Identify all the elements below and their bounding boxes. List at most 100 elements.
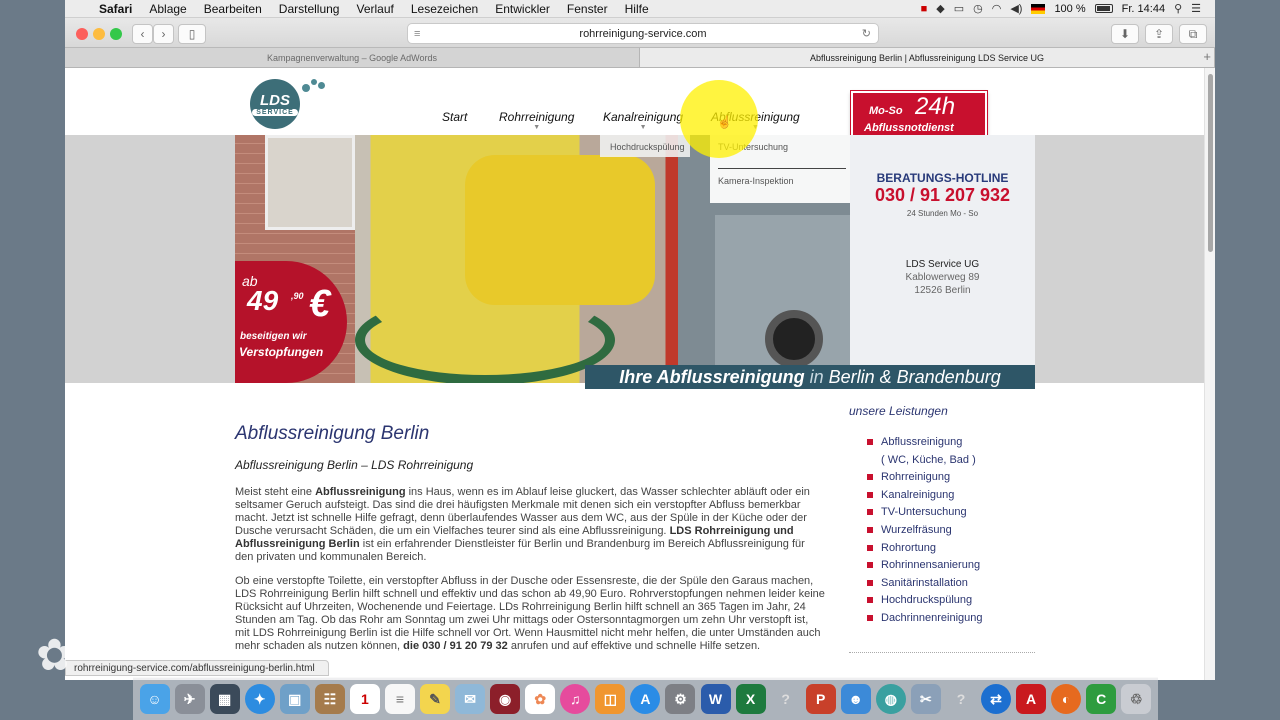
service-link[interactable]: Rohrinnensanierung bbox=[867, 559, 983, 577]
photo-booth-icon[interactable]: ◉ bbox=[490, 684, 521, 714]
reminders-icon[interactable]: ≡ bbox=[384, 684, 415, 714]
battery-icon[interactable] bbox=[1094, 4, 1113, 13]
content-paragraph-2: Ob eine verstopfte Toilette, ein verstop… bbox=[235, 575, 825, 653]
tabs-overview-button[interactable]: ⧉ bbox=[1179, 24, 1207, 44]
airplay-icon[interactable]: ▭ bbox=[954, 2, 964, 15]
service-link[interactable]: Kanalreinigung bbox=[867, 489, 983, 507]
download-icon: ⬇ bbox=[1119, 27, 1131, 41]
sidebar-toggle-button[interactable]: ▯ bbox=[178, 24, 206, 44]
ibooks-icon[interactable]: ◫ bbox=[595, 684, 626, 714]
service-link[interactable]: Wurzelfräsung bbox=[867, 524, 983, 542]
time-machine-icon[interactable]: ◷ bbox=[973, 2, 983, 15]
teamviewer-icon[interactable]: ⇄ bbox=[981, 684, 1012, 714]
share-button[interactable]: ⇪ bbox=[1145, 24, 1173, 44]
safari-icon[interactable]: ✦ bbox=[244, 684, 275, 714]
nav-start[interactable]: Start bbox=[442, 110, 467, 124]
service-link[interactable]: TV-Untersuchung bbox=[867, 506, 983, 524]
sidebar-divider bbox=[849, 652, 1035, 653]
logo-text: LDS bbox=[260, 91, 290, 109]
system-preferences-icon[interactable]: ⚙ bbox=[665, 684, 696, 714]
reload-icon[interactable]: ↻ bbox=[862, 27, 871, 40]
safari-toolbar: ‹ › ▯ ≡ rohrreinigung-service.com ↻ ⬇ ⇪ … bbox=[65, 18, 1215, 48]
downloads-button[interactable]: ⬇ bbox=[1111, 24, 1139, 44]
acrobat-icon[interactable]: A bbox=[1016, 684, 1047, 714]
menu-lesezeichen[interactable]: Lesezeichen bbox=[411, 2, 478, 16]
itunes-icon[interactable]: ♫ bbox=[560, 684, 591, 714]
contacts-icon[interactable]: ☷ bbox=[314, 684, 345, 714]
scrollbar-thumb[interactable] bbox=[1208, 74, 1213, 252]
recording-icon[interactable]: ■ bbox=[921, 3, 928, 15]
help-icon[interactable]: ? bbox=[771, 684, 801, 714]
preview-icon[interactable]: ▣ bbox=[279, 684, 310, 714]
service-link[interactable]: Rohrreinigung bbox=[867, 471, 983, 489]
dropbox-icon[interactable]: ◆ bbox=[936, 2, 944, 15]
user-icon[interactable]: ☻ bbox=[840, 684, 871, 714]
messages-icon[interactable]: ✉ bbox=[455, 684, 486, 714]
tool-icon[interactable]: ✂ bbox=[910, 684, 941, 714]
service-link[interactable]: Hochdruckspülung bbox=[867, 594, 983, 612]
camtasia-icon[interactable]: C bbox=[1086, 684, 1117, 714]
hotline-phone[interactable]: 030 / 91 207 932 bbox=[850, 185, 1035, 206]
service-link[interactable]: Rohrortung bbox=[867, 542, 983, 560]
powerpoint-icon[interactable]: P bbox=[805, 684, 836, 714]
company-city: 12526 Berlin bbox=[914, 285, 971, 296]
new-tab-icon[interactable]: + bbox=[1203, 49, 1211, 64]
calendar-icon[interactable]: 1 bbox=[349, 684, 380, 714]
dropdown-item-hochdruckspuelung[interactable]: Hochdruckspülung bbox=[610, 142, 685, 152]
hotline-hours: 24 Stunden Mo - So bbox=[906, 209, 979, 218]
price-cents: ,90 bbox=[291, 291, 304, 301]
launchpad-icon[interactable]: ✈ bbox=[174, 684, 205, 714]
spotlight-search-icon[interactable]: ⚲ bbox=[1174, 2, 1182, 15]
minimize-window-button[interactable] bbox=[93, 28, 105, 40]
excel-icon[interactable]: X bbox=[735, 684, 766, 714]
volume-icon[interactable]: ◀) bbox=[1010, 2, 1022, 15]
close-window-button[interactable] bbox=[76, 28, 88, 40]
tab-adwords[interactable]: Kampagnenverwaltung – Google AdWords bbox=[65, 48, 640, 67]
banner-text-3: Berlin & Brandenburg bbox=[828, 366, 1001, 387]
hero-wheel bbox=[765, 310, 823, 368]
menu-bearbeiten[interactable]: Bearbeiten bbox=[204, 2, 262, 16]
menu-fenster[interactable]: Fenster bbox=[567, 2, 608, 16]
hero-tank bbox=[465, 155, 655, 305]
menubar-clock[interactable]: Fr. 14:44 bbox=[1122, 3, 1165, 15]
lds-service-logo[interactable]: LDS SERVICE bbox=[250, 79, 300, 129]
address-bar[interactable]: ≡ rohrreinigung-service.com ↻ bbox=[407, 23, 879, 44]
service-link[interactable]: Abflussreinigung bbox=[867, 436, 983, 454]
nav-rohrreinigung[interactable]: Rohrreinigung ▼ bbox=[499, 110, 574, 131]
zoom-window-button[interactable] bbox=[110, 28, 122, 40]
menu-hilfe[interactable]: Hilfe bbox=[625, 2, 649, 16]
app-store-icon[interactable]: A bbox=[630, 684, 661, 714]
word-icon[interactable]: W bbox=[700, 684, 731, 714]
page-scrollbar[interactable] bbox=[1204, 68, 1215, 680]
mission-control-icon[interactable]: ▦ bbox=[209, 684, 240, 714]
dropdown-item-kamera-inspektion[interactable]: Kamera-Inspektion bbox=[718, 176, 794, 186]
network-icon[interactable]: ◍ bbox=[875, 684, 906, 714]
menu-entwickler[interactable]: Entwickler bbox=[495, 2, 550, 16]
menu-darstellung[interactable]: Darstellung bbox=[279, 2, 340, 16]
reader-icon[interactable]: ≡ bbox=[414, 28, 420, 40]
back-button[interactable]: ‹ bbox=[132, 24, 153, 44]
notification-center-icon[interactable]: ☰ bbox=[1191, 2, 1201, 15]
finder-icon[interactable]: ☺ bbox=[139, 684, 170, 714]
german-flag-icon[interactable] bbox=[1031, 3, 1046, 14]
price-line-2: Verstopfungen bbox=[239, 345, 324, 359]
notes-icon[interactable]: ✎ bbox=[420, 684, 451, 714]
menu-app-name[interactable]: Safari bbox=[99, 2, 132, 16]
menu-ablage[interactable]: Ablage bbox=[149, 2, 186, 16]
forward-button[interactable]: › bbox=[153, 24, 174, 44]
emergency-service-badge[interactable]: Mo-So 24h Abflussnotdienst bbox=[851, 91, 987, 140]
photos-icon[interactable]: ✿ bbox=[525, 684, 556, 714]
tab-abflussreinigung[interactable]: Abflussreinigung Berlin | Abflussreinigu… bbox=[640, 48, 1215, 67]
firefox-icon[interactable]: ◐ bbox=[1051, 684, 1082, 714]
nav-kanalreinigung-label: Kanalreinigung bbox=[603, 110, 684, 124]
wifi-icon[interactable]: ◠ bbox=[992, 2, 1002, 15]
service-link[interactable]: Sanitärinstallation bbox=[867, 577, 983, 595]
battery-percent[interactable]: 100 % bbox=[1054, 3, 1085, 15]
menu-verlauf[interactable]: Verlauf bbox=[356, 2, 393, 16]
nav-kanalreinigung[interactable]: Kanalreinigung ▼ bbox=[603, 110, 683, 131]
service-subnote: ( WC, Küche, Bad ) bbox=[881, 453, 976, 466]
service-link[interactable]: Dachrinnenreinigung bbox=[867, 612, 983, 630]
trash-icon[interactable]: ♲ bbox=[1121, 684, 1152, 714]
nav-rohrreinigung-label: Rohrreinigung bbox=[499, 110, 575, 124]
help-icon-2[interactable]: ? bbox=[946, 684, 976, 714]
